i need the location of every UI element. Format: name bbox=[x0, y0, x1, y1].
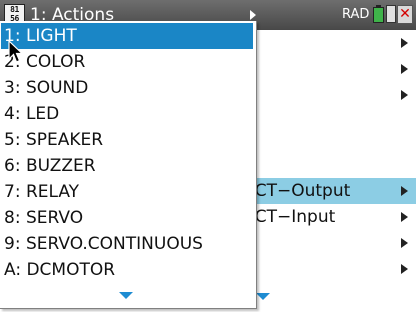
submenu-arrow-icon bbox=[401, 90, 408, 100]
menu-item-label: 9: SERVO.CONTINUOUS bbox=[4, 234, 203, 254]
mouse-pointer-icon bbox=[8, 40, 24, 63]
battery-icon bbox=[373, 5, 384, 23]
menu-item-dcmotor[interactable]: A: DCMOTOR bbox=[1, 257, 253, 283]
menu-item-sound[interactable]: 3: SOUND bbox=[1, 75, 253, 101]
menu-item-label: 7: RELAY bbox=[4, 182, 80, 202]
menu-item-color[interactable]: 2: COLOR bbox=[1, 49, 253, 75]
menu-title-arrow-icon bbox=[250, 10, 256, 20]
menu-item-servo-continuous[interactable]: 9: SERVO.CONTINUOUS bbox=[1, 231, 253, 257]
menu-item-label: 4: LED bbox=[4, 104, 60, 124]
background-menu-item-label: ECT−Output bbox=[244, 181, 351, 201]
scroll-down-arrow-icon[interactable] bbox=[119, 292, 133, 299]
toolbar-icon-line-1: 81 bbox=[10, 5, 19, 14]
close-icon[interactable]: ✕ bbox=[397, 5, 413, 24]
submenu-arrow-icon bbox=[401, 264, 408, 274]
menu-item-servo[interactable]: 8: SERVO bbox=[1, 205, 253, 231]
menu-item-label: A: DCMOTOR bbox=[4, 260, 116, 280]
submenu-arrow-icon bbox=[401, 186, 408, 196]
menu-item-label: 6: BUZZER bbox=[4, 156, 96, 176]
angle-mode-label: RAD bbox=[342, 7, 370, 22]
menu-item-buzzer[interactable]: 6: BUZZER bbox=[1, 153, 253, 179]
menu-item-label: 3: SOUND bbox=[4, 78, 89, 98]
submenu-arrow-icon bbox=[401, 38, 408, 48]
background-scroll-down-icon[interactable] bbox=[256, 293, 270, 300]
menu-item-relay[interactable]: 7: RELAY bbox=[1, 179, 253, 205]
submenu-arrow-icon bbox=[401, 238, 408, 248]
menu-item-led[interactable]: 4: LED bbox=[1, 101, 253, 127]
actions-dropdown-menu: 1: LIGHT 2: COLOR 3: SOUND 4: LED 5: SPE… bbox=[0, 21, 257, 309]
document-page-icon bbox=[386, 5, 396, 23]
menu-item-label: 5: SPEAKER bbox=[4, 130, 104, 150]
menu-item-speaker[interactable]: 5: SPEAKER bbox=[1, 127, 253, 153]
menu-item-label: 8: SERVO bbox=[4, 208, 84, 228]
submenu-arrow-icon bbox=[401, 64, 408, 74]
menu-item-light[interactable]: 1: LIGHT bbox=[1, 23, 253, 49]
submenu-arrow-icon bbox=[401, 212, 408, 222]
background-menu-item-label: ECT−Input bbox=[244, 207, 336, 227]
